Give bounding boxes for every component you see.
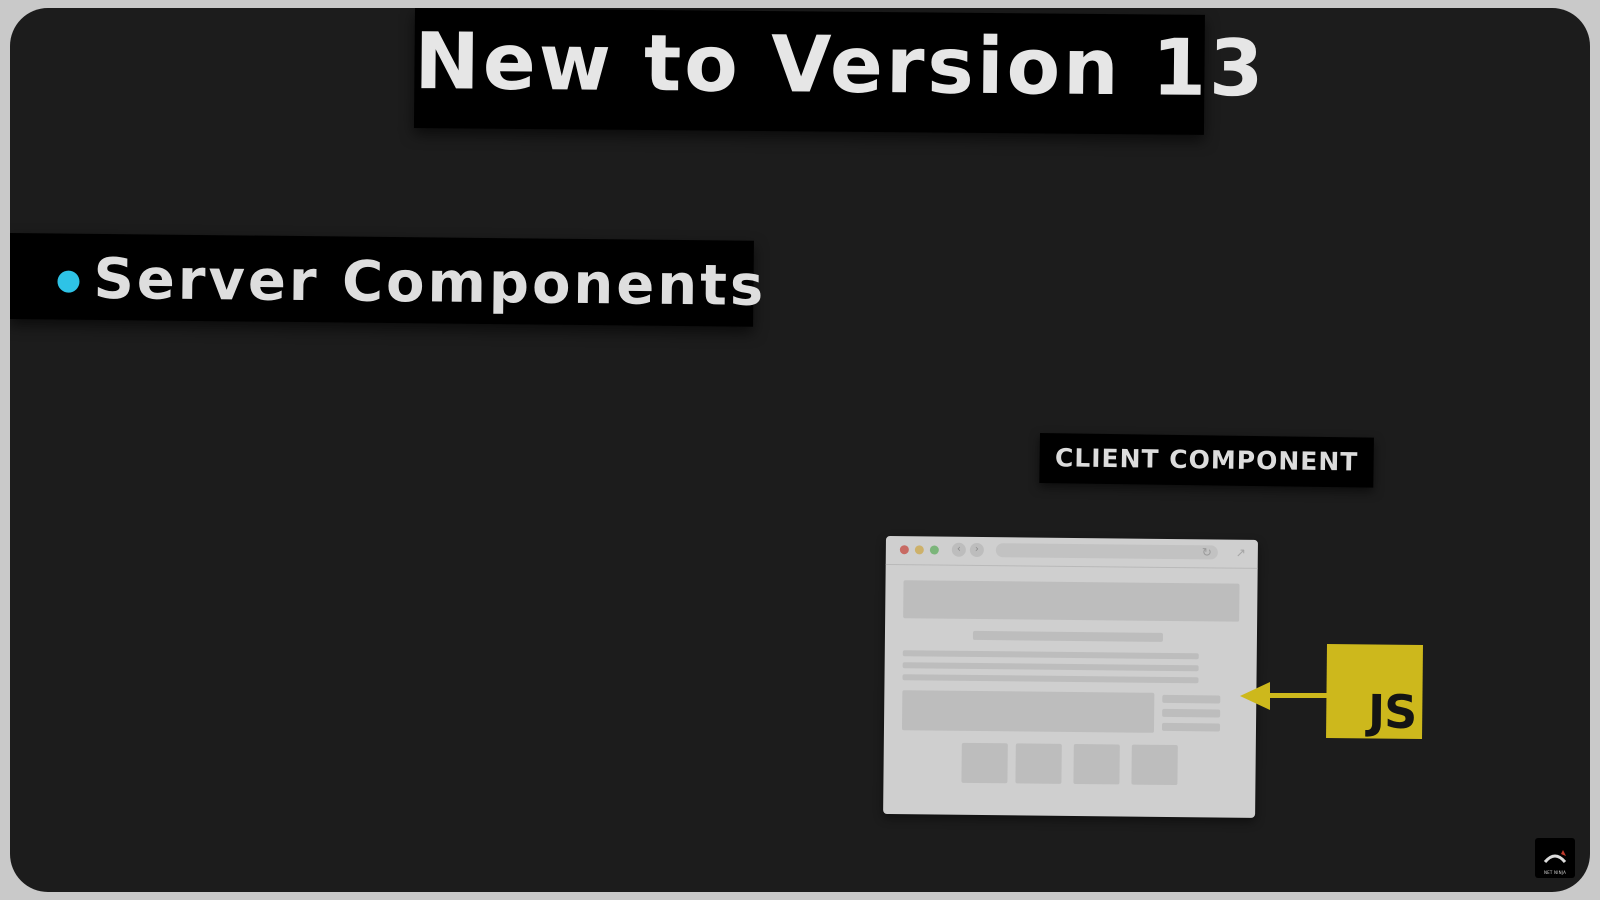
bullet-text: Server Components <box>93 246 767 319</box>
title-banner: New to Version 13 <box>413 8 1267 135</box>
net-ninja-logo-icon: NET NINJA <box>1535 838 1575 878</box>
placeholder-tile <box>961 742 1008 784</box>
placeholder-line <box>902 650 1199 660</box>
chevron-right-icon: › <box>969 542 984 558</box>
placeholder-hero <box>903 580 1240 622</box>
client-component-label: CLIENT COMPONENT <box>1039 433 1374 488</box>
placeholder-subtitle <box>972 630 1164 642</box>
slide-frame: New to Version 13 Server Components CLIE… <box>10 8 1590 892</box>
slide-title: New to Version 13 <box>414 16 1267 115</box>
js-badge-text: JS <box>1367 684 1417 739</box>
maximize-dot-icon <box>929 545 939 555</box>
placeholder-line <box>902 674 1199 684</box>
placeholder-side-line <box>1162 708 1221 718</box>
logo-text: NET NINJA <box>1543 870 1567 875</box>
placeholder-tile <box>1073 743 1120 785</box>
browser-window-icon: ‹ › ↻ ↗ <box>883 536 1258 818</box>
client-component-label-text: CLIENT COMPONENT <box>1054 443 1359 477</box>
placeholder-tile <box>1015 743 1062 784</box>
expand-icon: ↗ <box>1235 545 1246 560</box>
close-dot-icon <box>899 545 909 555</box>
arrow-left-icon <box>1240 682 1330 710</box>
placeholder-line <box>902 662 1199 672</box>
browser-toolbar: ‹ › ↻ ↗ <box>885 536 1258 569</box>
bullet-dot-icon <box>57 270 80 293</box>
js-badge: JS <box>1326 644 1423 740</box>
minimize-dot-icon <box>914 545 924 555</box>
placeholder-block <box>901 690 1155 733</box>
address-bar <box>995 543 1218 560</box>
placeholder-side-line <box>1162 694 1221 704</box>
reload-icon: ↻ <box>1201 545 1212 560</box>
chevron-left-icon: ‹ <box>951 542 966 557</box>
placeholder-side-line <box>1161 722 1221 732</box>
placeholder-tile <box>1131 744 1178 786</box>
bullet-banner: Server Components <box>10 233 767 327</box>
